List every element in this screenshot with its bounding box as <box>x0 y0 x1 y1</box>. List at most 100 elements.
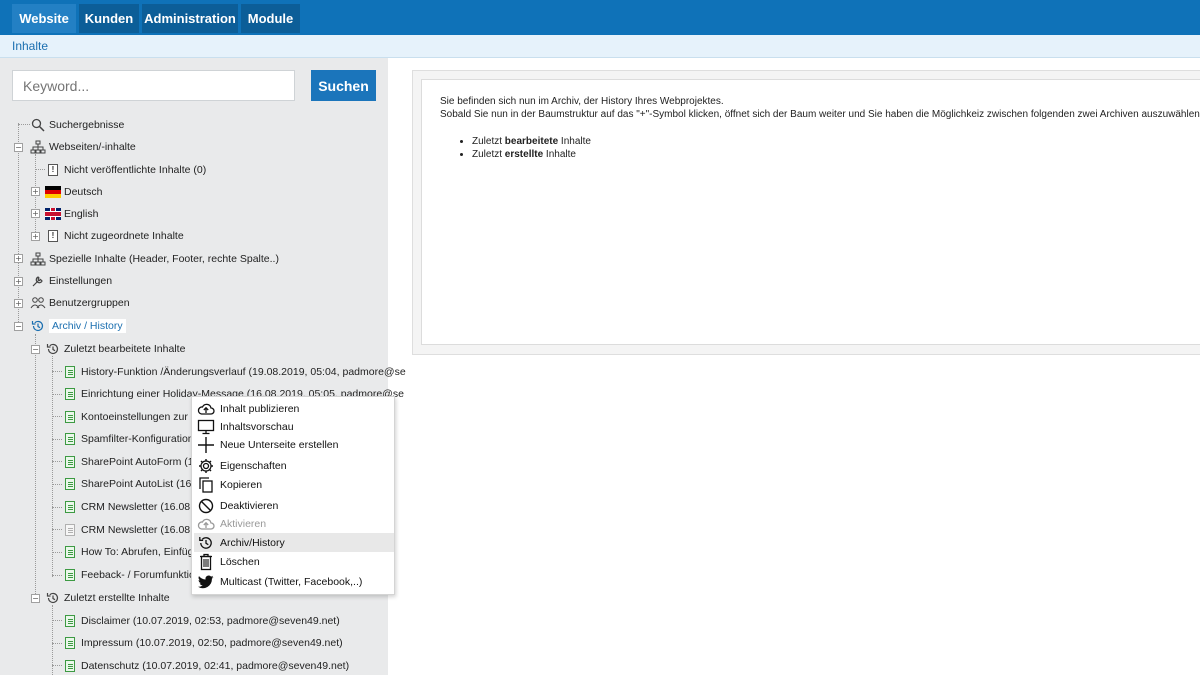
expander-deutsch[interactable]: + <box>31 187 40 196</box>
menu-item-multicast[interactable]: Multicast (Twitter, Facebook,..) <box>194 572 394 591</box>
document-icon <box>62 635 78 651</box>
menu-item-new-subpage[interactable]: Neue Unterseite erstellen <box>194 435 394 454</box>
tree-node-label: Impressum (10.07.2019, 02:50, padmore@se… <box>81 637 343 649</box>
tree-node-document[interactable]: History-Funktion /Änderungsverlauf (19.0… <box>62 363 406 381</box>
tab-module[interactable]: Module <box>241 4 300 33</box>
tree-node-suchergebnisse[interactable]: Suchergebnisse <box>30 116 124 134</box>
document-icon <box>62 386 78 402</box>
tree-node-label: Benutzergruppen <box>49 297 130 309</box>
tree-node-nicht-zugeordnet[interactable]: ! Nicht zugeordnete Inhalte <box>45 227 184 245</box>
tree-node-zuletzt-bearbeitet[interactable]: Zuletzt bearbeitete Inhalte <box>45 340 185 358</box>
tree-node-label: CRM Newsletter (16.08.20 <box>81 501 205 513</box>
monitor-icon <box>197 418 215 436</box>
tree-node-label: How To: Abrufen, Einfüge <box>81 546 200 558</box>
sitemap-icon <box>30 139 46 155</box>
sitemap-icon <box>30 251 46 267</box>
tab-website[interactable]: Website <box>12 4 76 33</box>
tree-node-document-inactive[interactable]: CRM Newsletter (16.08.20 <box>62 521 205 539</box>
tab-administration[interactable]: Administration <box>142 4 238 33</box>
tree-node-label: Feeback- / Forumfunktion | <box>81 569 207 581</box>
tree-node-label: Nicht zugeordnete Inhalte <box>64 230 184 242</box>
tree-node-label: Disclaimer (10.07.2019, 02:53, padmore@s… <box>81 615 340 627</box>
breadcrumb[interactable]: Inhalte <box>12 39 48 53</box>
copy-icon <box>197 476 215 494</box>
archive-options-list: Zuletzt bearbeitete Inhalte Zuletzt erst… <box>472 136 591 162</box>
tree-node-document[interactable]: Datenschutz (10.07.2019, 02:41, padmore@… <box>62 657 349 675</box>
document-icon <box>62 364 78 380</box>
menu-item-delete[interactable]: Löschen <box>194 552 394 571</box>
cloud-upload-icon <box>197 515 215 533</box>
tree-node-document[interactable]: SharePoint AutoForm (16.0 <box>62 453 208 471</box>
menu-item-archive-history[interactable]: Archiv/History <box>194 533 394 552</box>
search-input[interactable] <box>12 70 295 101</box>
tree-node-label: Spamfilter-Konfiguration P <box>81 433 204 445</box>
menu-item-activate[interactable]: Aktivieren <box>194 514 394 533</box>
expander-zuletzt-erstellt[interactable]: − <box>31 594 40 603</box>
list-item: Zuletzt bearbeitete Inhalte <box>472 136 591 147</box>
menu-item-copy[interactable]: Kopieren <box>194 475 394 494</box>
tree-node-label: SharePoint AutoList (16.08 <box>81 478 206 490</box>
tree-node-zuletzt-erstellt[interactable]: Zuletzt erstellte Inhalte <box>45 589 170 607</box>
document-icon <box>62 409 78 425</box>
tab-kunden[interactable]: Kunden <box>79 4 139 33</box>
document-icon <box>62 544 78 560</box>
document-inactive-icon <box>62 522 78 538</box>
tree-node-deutsch[interactable]: Deutsch <box>45 183 103 201</box>
history-icon <box>45 341 61 357</box>
document-icon <box>62 567 78 583</box>
content-text-line: Sobald Sie nun in der Baumstruktur auf d… <box>440 109 1200 120</box>
top-navigation: Website Kunden Administration Module <box>0 0 1200 35</box>
tree-node-document[interactable]: Feeback- / Forumfunktion | <box>62 566 206 584</box>
content-box: Sie befinden sich nun im Archiv, der His… <box>421 79 1200 345</box>
tree-node-benutzergruppen[interactable]: Benutzergruppen <box>30 294 130 312</box>
tree-node-label: Datenschutz (10.07.2019, 02:41, padmore@… <box>81 660 350 672</box>
menu-item-publish[interactable]: Inhalt publizieren <box>194 399 394 418</box>
tree-node-label: History-Funktion /Änderungsverlauf (19.0… <box>81 366 406 378</box>
expander-nicht-zugeordnet[interactable]: + <box>31 232 40 241</box>
history-icon <box>197 534 215 552</box>
tree-node-spezielle[interactable]: Spezielle Inhalte (Header, Footer, recht… <box>30 250 279 268</box>
document-alert-icon: ! <box>45 228 61 244</box>
tree-node-label: English <box>64 208 99 220</box>
expander-benutzergruppen[interactable]: + <box>14 299 23 308</box>
flag-uk-icon <box>45 206 61 222</box>
expander-webseiten[interactable]: − <box>14 143 23 152</box>
flag-germany-icon <box>45 184 61 200</box>
menu-item-preview[interactable]: Inhaltsvorschau <box>194 417 394 436</box>
tree-node-einstellungen[interactable]: Einstellungen <box>30 272 112 290</box>
breadcrumb-bar: Inhalte <box>0 35 1200 58</box>
tree-node-webseiten[interactable]: Webseiten/-inhalte <box>30 138 136 156</box>
tree-node-label: Archiv / History <box>49 319 126 333</box>
expander-einstellungen[interactable]: + <box>14 277 23 286</box>
gear-icon <box>197 457 215 475</box>
document-icon <box>62 658 78 674</box>
tree-node-document[interactable]: How To: Abrufen, Einfüge <box>62 543 199 561</box>
expander-archiv[interactable]: − <box>14 322 23 331</box>
document-icon <box>62 476 78 492</box>
tree-node-document[interactable]: SharePoint AutoList (16.08 <box>62 475 206 493</box>
tree-node-document[interactable]: Kontoeinstellungen zur Spe <box>62 408 209 426</box>
history-icon <box>30 318 46 334</box>
tree-node-label: Zuletzt erstellte Inhalte <box>64 592 170 604</box>
expander-zuletzt-bearbeitet[interactable]: − <box>31 345 40 354</box>
document-alert-icon: ! <box>45 162 61 178</box>
context-menu: Inhalt publizieren Inhaltsvorschau Neue … <box>191 396 395 595</box>
tree-node-english[interactable]: English <box>45 205 98 223</box>
tree-node-document[interactable]: Spamfilter-Konfiguration P <box>62 430 204 448</box>
tree-node-nicht-veroeffentlicht[interactable]: ! Nicht veröffentlichte Inhalte (0) <box>45 161 206 179</box>
tree-node-document[interactable]: Impressum (10.07.2019, 02:50, padmore@se… <box>62 634 343 652</box>
tree-node-label: CRM Newsletter (16.08.20 <box>81 524 205 536</box>
expander-english[interactable]: + <box>31 209 40 218</box>
tree-node-archiv[interactable]: Archiv / History <box>30 317 126 335</box>
search-button[interactable]: Suchen <box>311 70 376 101</box>
tree-node-label: Nicht veröffentlichte Inhalte (0) <box>64 164 207 176</box>
trash-icon <box>197 553 215 571</box>
expander-spezielle[interactable]: + <box>14 254 23 263</box>
wrench-icon <box>30 273 46 289</box>
content-text-line: Sie befinden sich nun im Archiv, der His… <box>440 96 724 107</box>
tree-node-document[interactable]: Disclaimer (10.07.2019, 02:53, padmore@s… <box>62 612 340 630</box>
menu-item-deactivate[interactable]: Deaktivieren <box>194 496 394 515</box>
menu-item-properties[interactable]: Eigenschaften <box>194 456 394 475</box>
tree-node-document[interactable]: CRM Newsletter (16.08.20 <box>62 498 205 516</box>
tree-node-label: Suchergebnisse <box>49 119 125 131</box>
